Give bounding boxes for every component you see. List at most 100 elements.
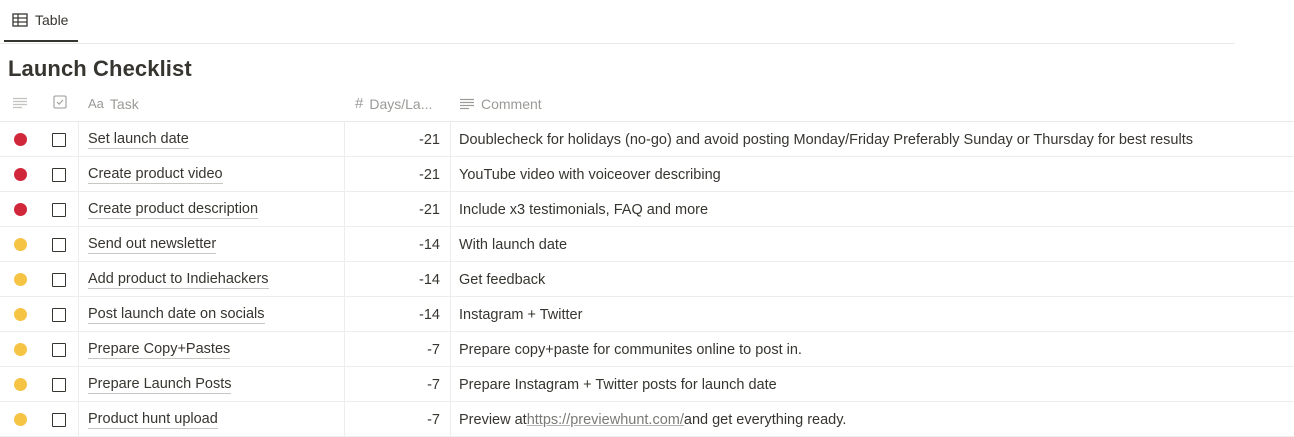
done-checkbox[interactable] bbox=[52, 167, 66, 182]
table-row[interactable]: Post launch date on socials -14 Instagram … bbox=[0, 297, 1294, 332]
comment-cell[interactable]: Include x3 testimonials, FAQ and more bbox=[451, 192, 1294, 227]
task-title[interactable]: Create product description bbox=[88, 200, 259, 220]
task-cell[interactable]: Product hunt upload bbox=[79, 402, 345, 437]
table-row[interactable]: Send out newsletter -14 With launch date bbox=[0, 227, 1294, 262]
status-cell[interactable] bbox=[0, 332, 40, 367]
comment-cell[interactable]: Prepare Instagram + Twitter posts for la… bbox=[451, 367, 1294, 402]
table-row[interactable]: Create product video -21 YouTube video wit… bbox=[0, 157, 1294, 192]
days-value: -14 bbox=[419, 306, 440, 323]
status-cell[interactable] bbox=[0, 157, 40, 192]
comment-text: Preview at bbox=[459, 411, 527, 428]
task-cell[interactable]: Post launch date on socials bbox=[79, 297, 345, 332]
done-cell[interactable] bbox=[40, 262, 79, 297]
task-cell[interactable]: Prepare Launch Posts bbox=[79, 367, 345, 402]
status-cell[interactable] bbox=[0, 402, 40, 437]
comment-link[interactable]: https://previewhunt.com/ bbox=[527, 412, 684, 428]
done-cell[interactable] bbox=[40, 122, 79, 157]
comment-cell[interactable]: Preview at https://previewhunt.com/ and … bbox=[451, 402, 1294, 437]
page-title: Launch Checklist bbox=[8, 56, 192, 81]
task-title[interactable]: Add product to Indiehackers bbox=[88, 270, 269, 290]
done-checkbox[interactable] bbox=[52, 307, 66, 322]
days-cell[interactable]: -21 bbox=[345, 122, 451, 157]
status-dot-icon bbox=[13, 238, 27, 251]
comment-text: and get everything ready. bbox=[683, 411, 847, 428]
table-row[interactable]: Add product to Indiehackers -14 Get feedba… bbox=[0, 262, 1294, 297]
comment-text: Get feedback bbox=[459, 271, 546, 288]
done-checkbox[interactable] bbox=[52, 132, 66, 147]
task-title[interactable]: Prepare Launch Posts bbox=[88, 375, 232, 395]
status-cell[interactable] bbox=[0, 297, 40, 332]
task-cell[interactable]: Prepare Copy+Pastes bbox=[79, 332, 345, 367]
status-cell[interactable] bbox=[0, 192, 40, 227]
status-dot-icon bbox=[13, 413, 27, 426]
task-cell[interactable]: Create product description bbox=[79, 192, 345, 227]
comment-text: Prepare copy+paste for communites online… bbox=[459, 341, 802, 358]
status-cell[interactable] bbox=[0, 122, 40, 157]
column-header-done[interactable] bbox=[40, 86, 79, 121]
done-checkbox[interactable] bbox=[52, 202, 66, 217]
comment-cell[interactable]: Doublecheck for holidays (no-go) and avo… bbox=[451, 122, 1294, 157]
task-title[interactable]: Prepare Copy+Pastes bbox=[88, 340, 231, 360]
table-row[interactable]: Product hunt upload -7 Preview at https://… bbox=[0, 402, 1294, 437]
table-row[interactable]: Prepare Launch Posts -7 Prepare Instagram … bbox=[0, 367, 1294, 402]
done-cell[interactable] bbox=[40, 192, 79, 227]
task-cell[interactable]: Create product video bbox=[79, 157, 345, 192]
comment-cell[interactable]: Get feedback bbox=[451, 262, 1294, 297]
done-checkbox[interactable] bbox=[52, 272, 66, 287]
comment-text: Doublecheck for holidays (no-go) and avo… bbox=[459, 131, 1193, 148]
days-cell[interactable]: -7 bbox=[345, 367, 451, 402]
column-header-task[interactable]: Aa Task bbox=[79, 86, 345, 121]
done-checkbox[interactable] bbox=[52, 342, 66, 357]
table-icon bbox=[12, 13, 28, 27]
days-cell[interactable]: -21 bbox=[345, 192, 451, 227]
done-cell[interactable] bbox=[40, 332, 79, 367]
task-title[interactable]: Set launch date bbox=[88, 130, 189, 150]
tab-table[interactable]: Table bbox=[4, 0, 78, 42]
column-header-comment[interactable]: Comment bbox=[451, 86, 1294, 121]
done-cell[interactable] bbox=[40, 227, 79, 262]
task-cell[interactable]: Add product to Indiehackers bbox=[79, 262, 345, 297]
table-row[interactable]: Create product description -21 Include x3 … bbox=[0, 192, 1294, 227]
table-row[interactable]: Set launch date -21 Doublecheck for holida… bbox=[0, 122, 1294, 157]
days-cell[interactable]: -21 bbox=[345, 157, 451, 192]
days-cell[interactable]: -14 bbox=[345, 297, 451, 332]
days-cell[interactable]: -14 bbox=[345, 262, 451, 297]
task-title[interactable]: Send out newsletter bbox=[88, 235, 217, 255]
status-cell[interactable] bbox=[0, 262, 40, 297]
days-cell[interactable]: -14 bbox=[345, 227, 451, 262]
status-cell[interactable] bbox=[0, 227, 40, 262]
table-row[interactable]: Prepare Copy+Pastes -7 Prepare copy+paste … bbox=[0, 332, 1294, 367]
comment-cell[interactable]: With launch date bbox=[451, 227, 1294, 262]
task-title[interactable]: Create product video bbox=[88, 165, 223, 185]
number-type-icon: # bbox=[355, 95, 364, 112]
done-checkbox[interactable] bbox=[52, 377, 66, 392]
done-checkbox[interactable] bbox=[52, 237, 66, 252]
done-cell[interactable] bbox=[40, 297, 79, 332]
status-dot-icon bbox=[13, 273, 27, 286]
status-dot-icon bbox=[13, 378, 27, 391]
days-cell[interactable]: -7 bbox=[345, 332, 451, 367]
column-header-days[interactable]: # Days/La... bbox=[345, 86, 451, 121]
done-cell[interactable] bbox=[40, 367, 79, 402]
comment-cell[interactable]: Instagram + Twitter bbox=[451, 297, 1294, 332]
status-dot-icon bbox=[13, 308, 27, 321]
task-title[interactable]: Post launch date on socials bbox=[88, 305, 265, 325]
comment-text: Include x3 testimonials, FAQ and more bbox=[459, 201, 709, 218]
days-value: -14 bbox=[419, 236, 440, 253]
task-cell[interactable]: Set launch date bbox=[79, 122, 345, 157]
status-cell[interactable] bbox=[0, 367, 40, 402]
done-checkbox[interactable] bbox=[52, 412, 66, 427]
comment-cell[interactable]: YouTube video with voiceover describing bbox=[451, 157, 1294, 192]
comment-cell[interactable]: Prepare copy+paste for communites online… bbox=[451, 332, 1294, 367]
lines-icon bbox=[12, 96, 28, 112]
days-cell[interactable]: -7 bbox=[345, 402, 451, 437]
text-type-icon: Aa bbox=[88, 96, 104, 111]
task-title[interactable]: Product hunt upload bbox=[88, 410, 218, 430]
done-cell[interactable] bbox=[40, 157, 79, 192]
column-label: Days/La... bbox=[369, 95, 433, 112]
checkbox-icon bbox=[52, 95, 67, 112]
checklist-table: Aa Task # Days/La... Comment Set launch … bbox=[0, 86, 1294, 437]
done-cell[interactable] bbox=[40, 402, 79, 437]
column-header-status[interactable] bbox=[0, 86, 40, 121]
task-cell[interactable]: Send out newsletter bbox=[79, 227, 345, 262]
